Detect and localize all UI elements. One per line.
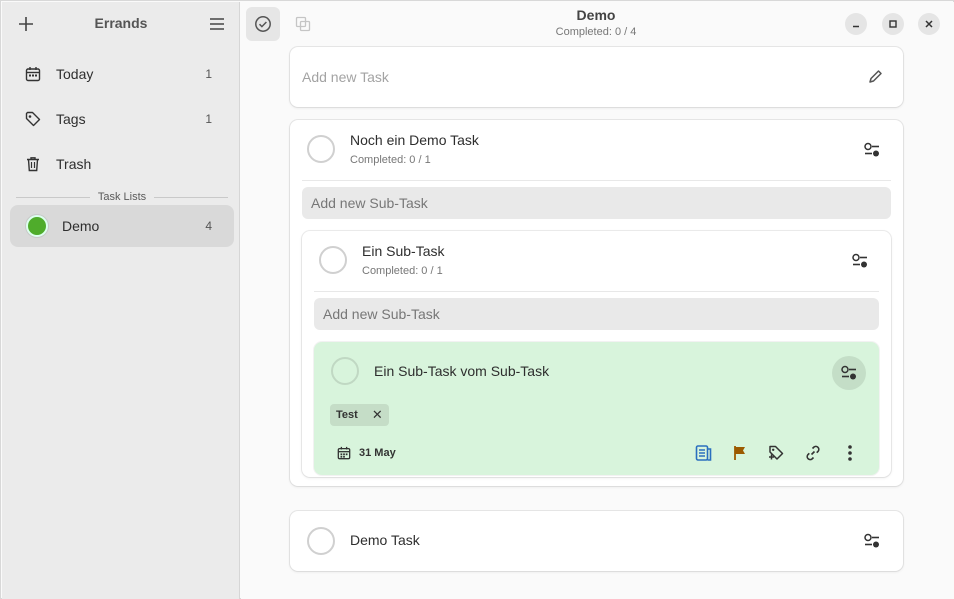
task-details-icon — [864, 142, 879, 157]
add-task-placeholder: Add new Task — [302, 69, 389, 85]
sidebar-item-label: Tags — [56, 111, 86, 127]
close-icon — [925, 20, 933, 28]
flag-icon — [734, 446, 745, 460]
list-count: 4 — [205, 219, 212, 233]
subtask-completed-status: Completed: 0 / 1 — [362, 265, 443, 277]
separator-line — [154, 196, 229, 198]
main-content: Demo Completed: 0 / 4 Add new Task Noch … — [241, 2, 954, 599]
tag-icon — [24, 110, 42, 128]
section-label: Task Lists — [97, 191, 147, 203]
sidebar-header: Errands — [2, 2, 240, 46]
hamburger-icon — [210, 18, 224, 30]
attachments-button[interactable] — [800, 440, 826, 466]
sidebar-list-demo[interactable]: Demo 4 — [10, 205, 234, 247]
toggle-completed-button[interactable] — [246, 7, 280, 41]
divider — [302, 180, 891, 181]
task-details-button[interactable] — [858, 136, 886, 164]
priority-button[interactable] — [727, 440, 753, 466]
more-vertical-icon — [848, 445, 852, 461]
header-bar: Demo Completed: 0 / 4 — [241, 2, 954, 46]
list-label: Demo — [62, 218, 100, 234]
sidebar-item-today[interactable]: Today 1 — [10, 53, 234, 95]
subtask-checkbox[interactable] — [319, 246, 347, 274]
task-checkbox[interactable] — [307, 135, 335, 163]
subtask-card: Ein Sub-Task Completed: 0 / 1 Add new Su… — [302, 231, 891, 477]
add-subtask-entry[interactable]: Add new Sub-Task — [302, 187, 891, 219]
nested-subtask-details-button[interactable] — [832, 356, 866, 390]
task-details-icon — [852, 253, 867, 268]
task-title[interactable]: Noch ein Demo Task — [350, 132, 479, 148]
notes-button[interactable] — [691, 440, 717, 466]
maximize-icon — [889, 20, 897, 28]
link-icon — [806, 445, 820, 461]
nested-subtask-card: Ein Sub-Task vom Sub-Task Test ✕ 31 May — [314, 342, 879, 475]
calendar-icon — [24, 65, 42, 83]
copy-button[interactable] — [286, 7, 320, 41]
task-details-icon — [841, 365, 856, 380]
list-color-indicator — [26, 215, 48, 237]
task-title[interactable]: Demo Task — [350, 532, 420, 548]
due-date-label: 31 May — [359, 447, 396, 459]
add-subtask-placeholder: Add new Sub-Task — [311, 195, 428, 211]
pencil-icon[interactable] — [865, 67, 885, 87]
sidebar-item-tags[interactable]: Tags 1 — [10, 98, 234, 140]
sidebar-item-count: 1 — [205, 67, 212, 81]
separator-line — [16, 196, 90, 198]
close-button[interactable] — [918, 13, 940, 35]
task-checkbox[interactable] — [307, 527, 335, 555]
add-subtask-entry[interactable]: Add new Sub-Task — [314, 298, 879, 330]
main-menu-button[interactable] — [205, 12, 229, 36]
due-date-button[interactable]: 31 May — [336, 445, 396, 461]
sidebar-item-trash[interactable]: Trash — [10, 143, 234, 185]
copy-icon — [295, 16, 311, 32]
tag-add-icon — [769, 445, 784, 460]
task-lists-separator: Task Lists — [16, 188, 229, 206]
sidebar: Errands Today 1 Tags 1 Trash Task Lists … — [2, 2, 240, 599]
notes-icon — [695, 445, 712, 461]
task-completed-status: Completed: 0 / 1 — [350, 154, 431, 166]
calendar-icon — [336, 445, 352, 461]
subtask-details-button[interactable] — [846, 247, 874, 275]
task-card: Demo Task — [290, 511, 903, 571]
add-task-entry[interactable]: Add new Task — [290, 47, 903, 107]
tags-button[interactable] — [763, 440, 789, 466]
add-subtask-placeholder: Add new Sub-Task — [323, 306, 440, 322]
task-details-icon — [864, 533, 879, 548]
divider — [314, 291, 879, 292]
check-circle-icon — [255, 16, 271, 32]
list-title: Demo — [576, 7, 616, 23]
trash-icon — [24, 155, 42, 173]
tag-label: Test — [336, 409, 358, 421]
minimize-button[interactable] — [845, 13, 867, 35]
minimize-icon — [853, 25, 859, 28]
list-completed-status: Completed: 0 / 4 — [555, 26, 637, 38]
app-window: Errands Today 1 Tags 1 Trash Task Lists … — [0, 0, 954, 599]
sidebar-item-label: Today — [56, 66, 94, 82]
remove-tag-icon[interactable]: ✕ — [372, 407, 383, 423]
task-details-button[interactable] — [858, 527, 886, 555]
maximize-button[interactable] — [882, 13, 904, 35]
subtask-title[interactable]: Ein Sub-Task — [362, 243, 444, 259]
sidebar-item-label: Trash — [56, 156, 92, 172]
sidebar-item-count: 1 — [205, 112, 212, 126]
task-card: Noch ein Demo Task Completed: 0 / 1 Add … — [290, 120, 903, 486]
more-options-button[interactable] — [837, 440, 863, 466]
tag-chip: Test ✕ — [330, 404, 389, 426]
nested-subtask-checkbox[interactable] — [331, 357, 359, 385]
nested-subtask-title[interactable]: Ein Sub-Task vom Sub-Task — [374, 363, 549, 379]
